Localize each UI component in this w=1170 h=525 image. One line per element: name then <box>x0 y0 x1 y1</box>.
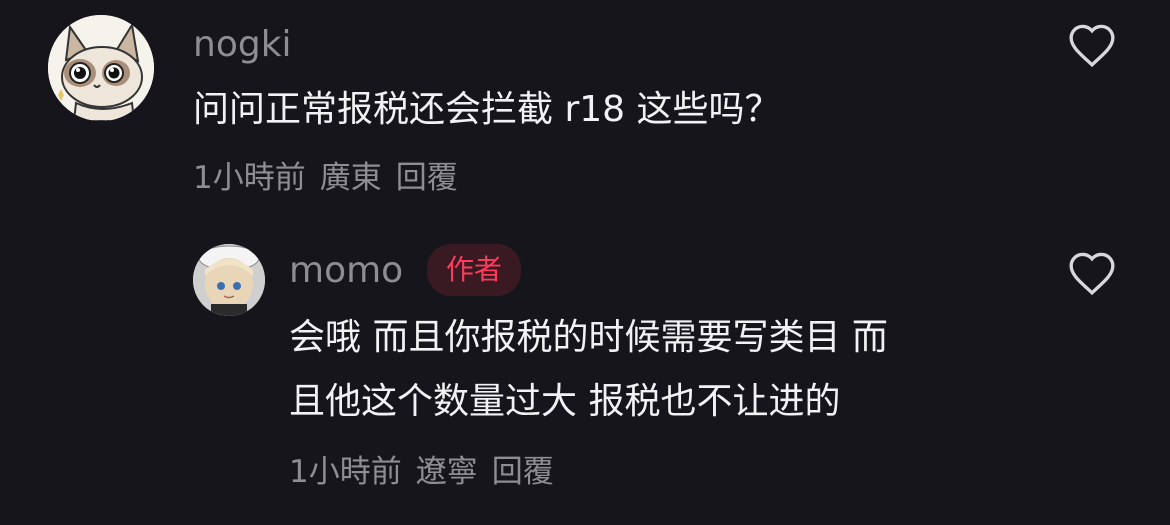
comment-username[interactable]: nogki <box>193 21 292 69</box>
user-avatar-momo[interactable] <box>193 244 265 316</box>
comment-text: 问问正常报税还会拦截 r18 这些吗？ <box>193 89 781 130</box>
cat-avatar-icon <box>48 15 154 121</box>
reply-username[interactable]: momo <box>289 247 403 295</box>
comment-location: 廣東 <box>319 160 382 196</box>
comment-time: 1小時前 <box>193 160 306 196</box>
comment-item: nogki 问问正常报税还会拦截 r18 这些吗？ 1小時前 廣東 回覆 <box>0 0 1170 215</box>
author-badge: 作者 <box>427 244 521 296</box>
comment-meta: 1小時前 廣東 回覆 <box>193 154 472 202</box>
reply-item: momo 作者 会哦 而且你报税的时候需要写类目 而 且他这个数量过大 报税也不… <box>0 230 1170 520</box>
user-avatar-nogki[interactable] <box>48 15 154 121</box>
heart-icon[interactable] <box>1067 250 1117 296</box>
reply-button[interactable]: 回覆 <box>492 454 554 490</box>
reply-meta: 1小時前 遼寧 回覆 <box>289 448 568 496</box>
reply-button[interactable]: 回覆 <box>396 160 458 196</box>
reply-location: 遼寧 <box>415 454 478 490</box>
heart-icon[interactable] <box>1067 22 1117 68</box>
doll-avatar-icon <box>193 244 265 316</box>
reply-text-line-2: 且他这个数量过大 报税也不让进的 <box>289 381 841 422</box>
reply-text-line-1: 会哦 而且你报税的时候需要写类目 而 <box>289 317 888 358</box>
reply-time: 1小時前 <box>289 454 402 490</box>
